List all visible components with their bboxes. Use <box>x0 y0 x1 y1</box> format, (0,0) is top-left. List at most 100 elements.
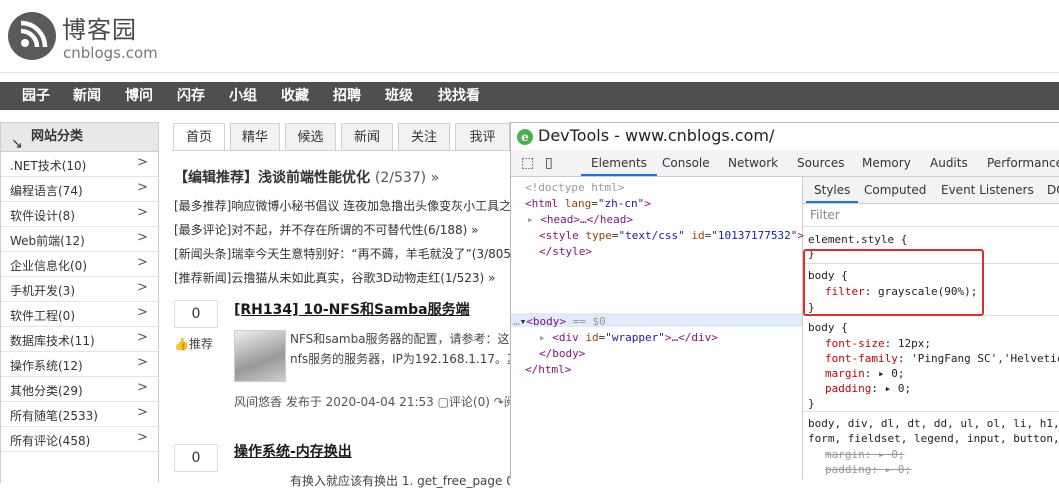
tag-name: html <box>531 197 559 210</box>
nav-item-wz[interactable]: 收藏 <box>281 82 309 110</box>
sidebar-item-label: 所有评论(458) <box>10 434 91 448</box>
tab-network[interactable]: Network <box>728 150 778 176</box>
tab-console[interactable]: Console <box>662 150 710 176</box>
tab-following[interactable]: 关注 <box>398 123 450 151</box>
style-node[interactable]: <style type="text/css" id="10137177532"> <box>539 229 804 242</box>
overridden-declaration[interactable]: padding: ▸ 0; <box>825 463 911 476</box>
tab-sources[interactable]: Sources <box>797 150 844 176</box>
sidebar-item-label: Web前端(12) <box>10 234 85 248</box>
tab-event-listeners[interactable]: Event Listeners <box>941 177 1034 203</box>
nav-item-news[interactable]: 新闻 <box>73 82 101 110</box>
attr-value: "text/css" <box>618 229 685 242</box>
tab-dom[interactable]: DOM <box>1047 177 1059 203</box>
more-dots-icon[interactable]: … <box>513 315 520 328</box>
body-close-node[interactable]: </body> <box>539 347 585 360</box>
tab-performance[interactable]: Performance <box>987 150 1059 176</box>
attr-value: "wrapper" <box>605 331 665 344</box>
css-declaration[interactable]: margin: ▸ 0; <box>825 367 905 380</box>
sidebar-item-mobile[interactable]: 手机开发(3) > <box>1 277 158 302</box>
css-declaration[interactable]: font-size: 12px; <box>825 337 931 350</box>
sidebar-item-os[interactable]: 操作系统(12) > <box>1 352 158 377</box>
html-close-node[interactable]: </html> <box>525 363 571 376</box>
tab-memory[interactable]: Memory <box>862 150 911 176</box>
nav-item-yuanzi[interactable]: 园子 <box>22 82 50 110</box>
header-divider <box>0 72 1059 73</box>
css-declaration[interactable]: font-family: 'PingFang SC','Helvetic <box>825 352 1059 365</box>
nav-item-group[interactable]: 小组 <box>229 82 257 110</box>
tab-elements[interactable]: Elements <box>581 150 657 176</box>
sidebar-item-web[interactable]: Web前端(12) > <box>1 227 158 252</box>
editor-pick-link[interactable]: 【编辑推荐】浅谈前端性能优化 (2/537) » <box>174 167 439 187</box>
tag-rest: >…</div> <box>664 331 718 344</box>
body-node[interactable]: …▾<body> == $0 <box>513 315 606 328</box>
expand-triangle-icon[interactable]: ▸ <box>539 331 546 344</box>
tab-my-comments[interactable]: 我评 <box>455 123 510 151</box>
style-close-node[interactable]: </style> <box>539 245 592 258</box>
tab-candidate[interactable]: 候选 <box>285 123 336 151</box>
tab-home[interactable]: 首页 <box>173 123 225 151</box>
author-avatar[interactable] <box>234 330 286 382</box>
nav-item-search[interactable]: 找找看 <box>438 82 480 110</box>
sidebar-item-dotnet[interactable]: .NET技术(10) > <box>1 152 158 177</box>
recommend-label: 推荐 <box>188 337 213 351</box>
css-value: ▸ 0; <box>884 463 912 476</box>
tab-styles[interactable]: Styles <box>806 177 859 203</box>
feed-headline[interactable]: [最多评论]对不起，并不存在所谓的不可替代性(6/188) » <box>174 221 510 238</box>
chevron-right-icon: > <box>137 155 148 170</box>
sidebar-item-all-comments[interactable]: 所有评论(458) > <box>1 427 158 452</box>
rule-selector[interactable]: body, div, dl, dt, dd, ul, ol, li, h1, <box>808 417 1059 430</box>
head-node[interactable]: ▸ <head>…</head> <box>527 213 633 226</box>
expand-triangle-icon[interactable]: ▸ <box>527 213 534 226</box>
element-style-rule[interactable]: element.style { <box>808 233 907 246</box>
sidebar-item-other[interactable]: 其他分类(29) > <box>1 377 158 402</box>
sidebar-item-label: 操作系统(12) <box>10 359 83 373</box>
overridden-declaration[interactable]: margin: ▸ 0; <box>825 448 905 461</box>
edge-browser-icon: e <box>517 129 533 145</box>
cnblogs-logo-icon[interactable] <box>8 12 56 60</box>
css-declaration[interactable]: padding: ▸ 0; <box>825 382 911 395</box>
chevron-right-icon: > <box>137 380 148 395</box>
rule-selector[interactable]: body { <box>808 321 848 334</box>
tab-news[interactable]: 新闻 <box>341 123 393 151</box>
nav-item-edu[interactable]: 班级 <box>385 82 413 110</box>
sidebar-item-design[interactable]: 软件设计(8) > <box>1 202 158 227</box>
sidebar-item-all-posts[interactable]: 所有随笔(2533) > <box>1 402 158 427</box>
tab-computed[interactable]: Computed <box>864 177 926 203</box>
sidebar-item-db[interactable]: 数据库技术(11) > <box>1 327 158 352</box>
recommend-button[interactable]: 👍推荐 <box>174 335 220 352</box>
feed-headline[interactable]: [最多推荐]响应微博小秘书倡议 连夜加急撸出头像变灰小工具之苏 <box>174 197 510 214</box>
html-node[interactable]: <html lang="zh-cn"> <box>525 197 651 210</box>
tag-name: <body> <box>526 315 566 328</box>
nav-item-job[interactable]: 招聘 <box>333 82 361 110</box>
sidebar-item-programming[interactable]: 编程语言(74) > <box>1 177 158 202</box>
sidebar-item-enterprise[interactable]: 企业信息化(0) > <box>1 252 158 277</box>
css-property: padding <box>825 382 872 395</box>
rule-selector[interactable]: form, fieldset, legend, input, button, <box>808 432 1059 445</box>
post-title-link[interactable]: 操作系统-内存换出 <box>234 441 352 461</box>
styles-filter-input[interactable]: Filter <box>803 204 1059 227</box>
css-value: 12px; <box>897 337 931 350</box>
feed-headline[interactable]: [推荐新闻]云撸猫从未如此真实，谷歌3D动物走红(1/523) » <box>174 269 510 286</box>
sidebar-item-label: .NET技术(10) <box>10 159 87 173</box>
nav-item-ing[interactable]: 闪存 <box>177 82 205 110</box>
highlight-annotation-box <box>803 249 984 316</box>
sidebar-item-se[interactable]: 软件工程(0) > <box>1 302 158 327</box>
chevron-right-icon: > <box>137 405 148 420</box>
site-title[interactable]: 博客园 <box>62 10 137 45</box>
doctype-node[interactable]: <!doctype html> <box>525 181 624 194</box>
wrapper-div-node[interactable]: ▸ <div id="wrapper">…</div> <box>539 331 718 344</box>
inspect-element-icon[interactable]: ⬚ <box>521 150 534 176</box>
attr-name: type <box>585 229 612 242</box>
nav-item-q[interactable]: 博问 <box>125 82 153 110</box>
tab-featured[interactable]: 精华 <box>230 123 280 151</box>
tab-audits[interactable]: Audits <box>930 150 968 176</box>
feed-headline[interactable]: [新闻头条]瑞幸今天生意特别好：“再不薅，羊毛就没了”(3/805) » <box>174 245 510 262</box>
post-title-link[interactable]: [RH134] 10-NFS和Samba服务端 <box>234 299 470 319</box>
chevron-right-icon: > <box>137 305 148 320</box>
post-summary: nfs服务的服务器，IP为192.168.1.17。其 <box>290 352 510 366</box>
post-summary: NFS和samba服务器的配置，请参考：这 <box>290 332 510 346</box>
editor-pick-title: 【编辑推荐】浅谈前端性能优化 <box>174 170 370 186</box>
device-toolbar-icon[interactable]: ▯ <box>545 150 553 176</box>
sidebar-header: ↘ 网站分类 <box>1 123 158 152</box>
editor-pick-count: (2/537) » <box>374 170 440 186</box>
